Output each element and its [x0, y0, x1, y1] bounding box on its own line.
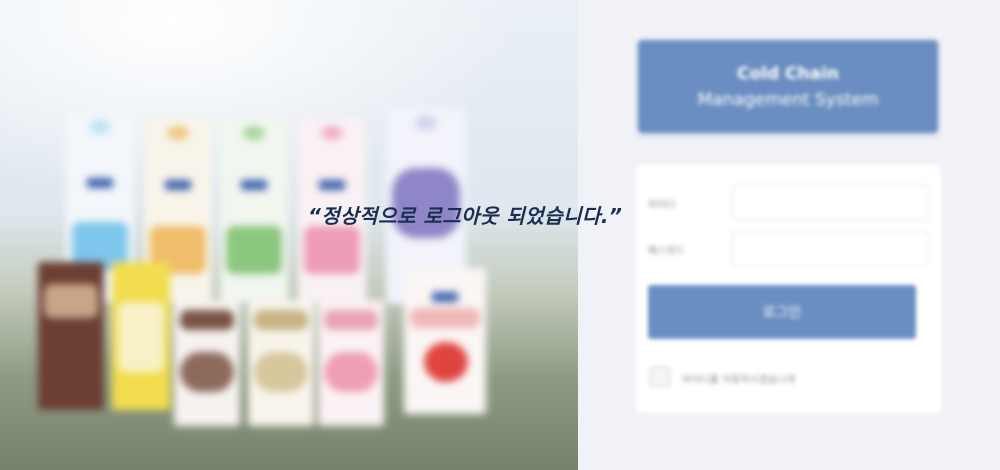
brand-box: Cold Chain Management System — [638, 40, 938, 133]
milk-carton-icon — [220, 118, 288, 302]
login-panel: Cold Chain Management System 아이디 패스워드 로그… — [578, 0, 1000, 470]
product-photo — [0, 0, 578, 470]
login-button[interactable]: 로그인 — [648, 285, 916, 339]
remember-id-label: 아이디를 저장하시겠습니까 — [682, 375, 796, 386]
milk-carton-icon — [404, 268, 486, 414]
logout-message: “정상적으로 로그아웃 되었습니다.” — [308, 204, 623, 228]
milk-carton-icon — [174, 300, 240, 426]
hero-product-image — [0, 0, 578, 470]
strawberry-icon — [424, 342, 468, 382]
milk-carton-icon — [112, 262, 170, 410]
checkbox-icon[interactable] — [650, 367, 670, 387]
password-input[interactable] — [733, 232, 927, 266]
milk-carton-icon — [318, 300, 384, 426]
milk-carton-icon — [248, 300, 314, 426]
milk-carton-icon — [38, 262, 104, 410]
brand-title: Cold Chain — [736, 64, 840, 84]
id-field-box — [732, 185, 928, 221]
brand-subtitle: Management System — [697, 90, 879, 110]
password-label: 패스워드 — [648, 246, 685, 257]
id-input[interactable] — [733, 186, 927, 220]
password-field-box — [732, 231, 928, 267]
password-row: 패스워드 — [648, 231, 928, 269]
